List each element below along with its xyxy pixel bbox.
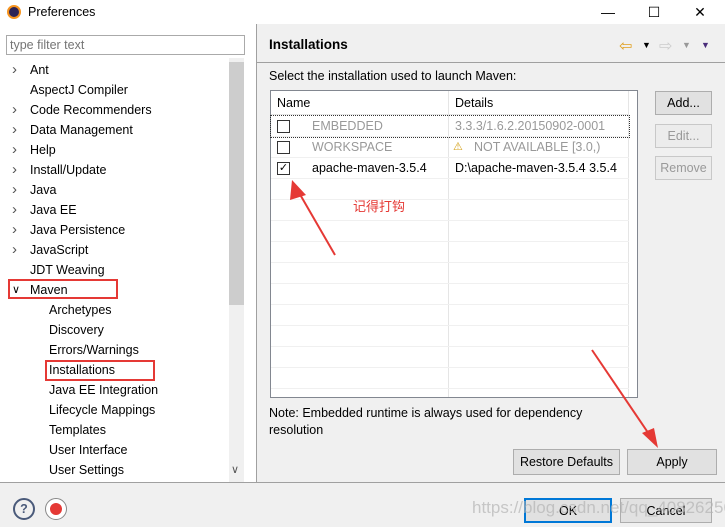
note-text: Note: Embedded runtime is always used fo… bbox=[269, 406, 583, 437]
tree-item[interactable]: Archetypes bbox=[49, 300, 112, 320]
tree-item[interactable]: › Help bbox=[12, 140, 56, 160]
chevron-right-icon[interactable]: › bbox=[12, 100, 17, 120]
divider bbox=[256, 24, 257, 482]
edit-button[interactable]: Edit... bbox=[655, 124, 712, 148]
eclipse-icon bbox=[7, 5, 21, 19]
row-name: EMBEDDED bbox=[312, 119, 383, 133]
page-title: Installations bbox=[269, 37, 348, 52]
warning-icon: ⚠ bbox=[453, 141, 463, 153]
tree-item[interactable]: › Code Recommenders bbox=[12, 100, 152, 120]
tree-item-label: Errors/Warnings bbox=[49, 343, 139, 357]
table-header: Name Details bbox=[271, 91, 629, 115]
tree-item-label: Java EE bbox=[30, 203, 77, 217]
chevron-right-icon[interactable]: › bbox=[12, 120, 17, 140]
view-menu-icon[interactable]: ▼ bbox=[701, 40, 710, 50]
table-row[interactable]: WORKSPACE ⚠ NOT AVAILABLE [3.0,) bbox=[271, 137, 629, 158]
tree-item-label: Code Recommenders bbox=[30, 103, 152, 117]
tree-item[interactable]: › Java EE bbox=[12, 200, 77, 220]
filter-input[interactable] bbox=[6, 35, 245, 55]
forward-arrow-icon: ⇨ bbox=[659, 38, 673, 55]
tree-item[interactable]: Templates bbox=[49, 420, 106, 440]
tree-item[interactable]: User Interface bbox=[49, 440, 128, 460]
arrowhead bbox=[290, 180, 306, 200]
watermark: https://blog.csdn.net/qq_40826256 bbox=[472, 498, 725, 517]
tree-item[interactable]: Discovery bbox=[49, 320, 104, 340]
tree-item-label: Archetypes bbox=[49, 303, 112, 317]
restore-defaults-button[interactable]: Restore Defaults bbox=[513, 449, 620, 475]
tree-item-label: User Settings bbox=[49, 463, 125, 477]
row-checkbox[interactable] bbox=[277, 120, 290, 133]
tree-item-label: Java EE Integration bbox=[49, 383, 159, 397]
tree-item-label: AspectJ Compiler bbox=[30, 83, 128, 97]
column-details[interactable]: Details bbox=[455, 96, 493, 110]
chevron-right-icon[interactable]: › bbox=[12, 180, 17, 200]
scrollbar-thumb[interactable] bbox=[229, 62, 244, 305]
chevron-right-icon[interactable]: › bbox=[12, 60, 17, 80]
minimize-button[interactable]: — bbox=[593, 2, 623, 22]
row-details: 3.3.3/1.6.2.20150902-0001 bbox=[455, 119, 606, 133]
row-details: NOT AVAILABLE [3.0,) bbox=[474, 140, 601, 154]
footer-separator bbox=[0, 482, 725, 483]
maximize-button[interactable]: ☐ bbox=[639, 2, 669, 22]
table-row[interactable]: EMBEDDED 3.3.3/1.6.2.20150902-0001 bbox=[270, 115, 630, 138]
page-description: Select the installation used to launch M… bbox=[269, 69, 517, 83]
chevron-right-icon[interactable]: › bbox=[12, 240, 17, 260]
tree-item[interactable]: › JavaScript bbox=[12, 240, 89, 260]
chevron-right-icon[interactable]: › bbox=[12, 200, 17, 220]
tree-item-label: Java Persistence bbox=[30, 223, 126, 237]
tree-item[interactable]: › Java Persistence bbox=[12, 220, 126, 240]
chevron-right-icon[interactable]: › bbox=[12, 220, 17, 240]
tree-item[interactable]: › Java bbox=[12, 180, 57, 200]
tree-item[interactable]: AspectJ Compiler bbox=[30, 80, 128, 100]
tree-item-label: Lifecycle Mappings bbox=[49, 403, 156, 417]
scroll-down-icon[interactable]: ∨ bbox=[231, 463, 239, 476]
header-separator bbox=[257, 62, 725, 63]
tree-item-label: JavaScript bbox=[30, 243, 89, 257]
chevron-right-icon[interactable]: › bbox=[12, 140, 17, 160]
record-icon[interactable] bbox=[45, 498, 67, 520]
tree-item-label: Ant bbox=[30, 63, 49, 77]
chevron-right-icon[interactable]: › bbox=[12, 160, 17, 180]
tree-item-label: User Interface bbox=[49, 443, 128, 457]
tree-item-label: Help bbox=[30, 143, 56, 157]
row-checkbox[interactable] bbox=[277, 141, 290, 154]
tree-item-label: Data Management bbox=[30, 123, 133, 137]
tree-item[interactable]: Errors/Warnings bbox=[49, 340, 139, 360]
help-icon[interactable]: ? bbox=[13, 498, 35, 520]
row-name: WORKSPACE bbox=[312, 140, 393, 154]
tree-item[interactable]: › Data Management bbox=[12, 120, 133, 140]
close-button[interactable]: ✕ bbox=[685, 2, 715, 22]
window-title: Preferences bbox=[28, 5, 96, 19]
annotation-text: 记得打钩 bbox=[353, 199, 406, 214]
annotation-box-maven bbox=[8, 279, 118, 299]
annotation-box-installations bbox=[45, 360, 155, 381]
tree-item[interactable]: Lifecycle Mappings bbox=[49, 400, 155, 420]
tree-item[interactable]: User Settings bbox=[49, 460, 124, 480]
tree-item-label: Install/Update bbox=[30, 163, 107, 177]
column-name[interactable]: Name bbox=[277, 96, 310, 110]
tree-item[interactable]: › Install/Update bbox=[12, 160, 107, 180]
back-arrow-icon[interactable]: ⇦ bbox=[619, 36, 632, 56]
forward-dropdown-icon: ▼ bbox=[682, 40, 691, 50]
apply-button[interactable]: Apply bbox=[627, 449, 717, 475]
arrowhead bbox=[642, 428, 658, 448]
tree-item-label: Java bbox=[30, 183, 57, 197]
tree-item[interactable]: Java EE Integration bbox=[49, 380, 158, 400]
tree-item[interactable]: › Ant bbox=[12, 60, 49, 80]
tree-item-label: Templates bbox=[49, 423, 106, 437]
back-dropdown-icon[interactable]: ▼ bbox=[642, 40, 651, 50]
add-button[interactable]: Add... bbox=[655, 91, 712, 115]
tree-item[interactable]: JDT Weaving bbox=[30, 260, 105, 280]
tree-item-label: Discovery bbox=[49, 323, 104, 337]
tree-item-label: JDT Weaving bbox=[30, 263, 105, 277]
preferences-tree: › Ant AspectJ Compiler › Code Recommenders › D… bbox=[0, 60, 229, 480]
